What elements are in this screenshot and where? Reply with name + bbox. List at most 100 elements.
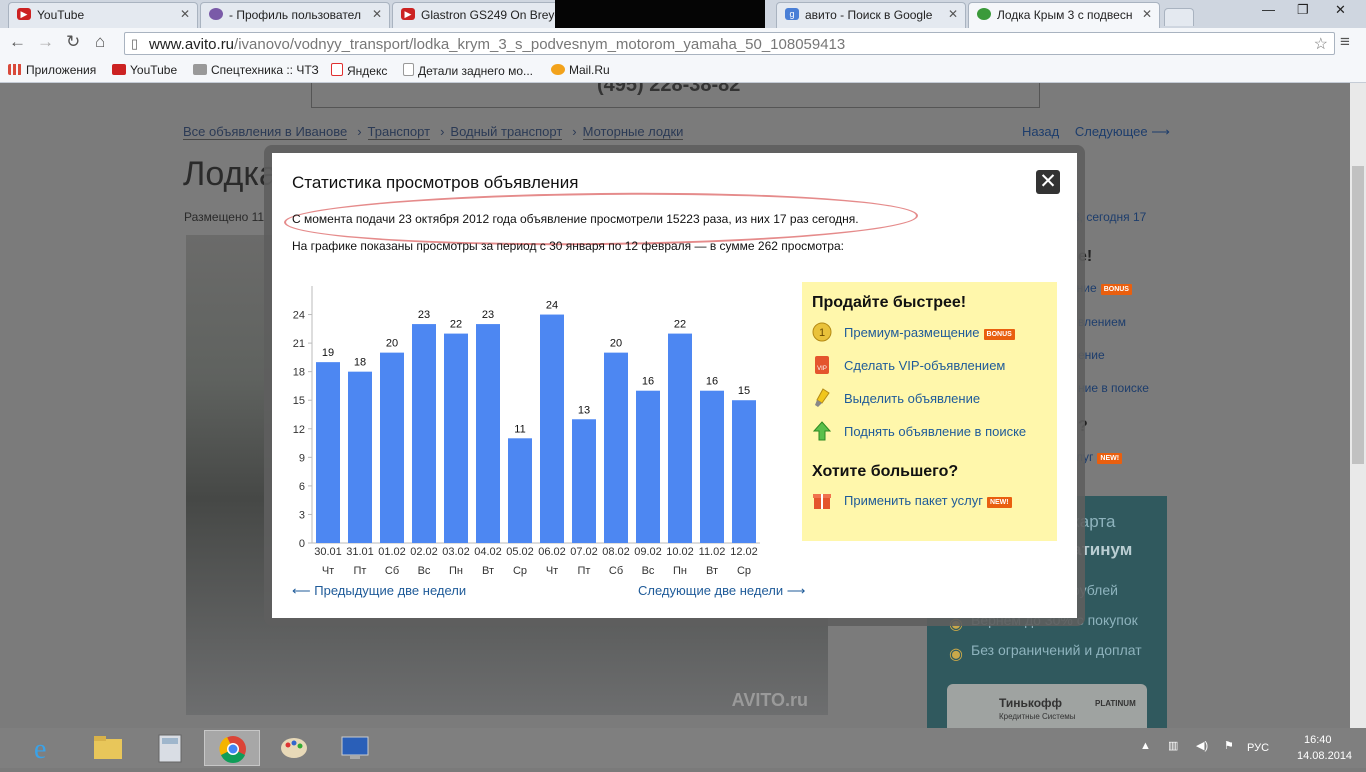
views-bar-chart: 0 3 6 9 12 15 18 21 24 19 30.01 Чт 18 31.01 Пт 20 01.02 С… [293,286,760,577]
system-tray: ▲ ▥ ◀) ⚑ РУС 16:40 14.08.2014 [1140,728,1366,768]
bookmark-label: Mail.Ru [569,63,610,77]
x-tick-label: 08.02 [602,546,630,558]
x-tick-label: 06.02 [538,546,566,558]
calculator-icon[interactable] [142,730,198,766]
file-explorer-icon[interactable] [80,730,136,766]
back-link[interactable]: Назад [1022,124,1059,139]
svg-text:VIP: VIP [817,366,827,372]
y-tick-label: 18 [293,367,305,379]
bar-05.02 [508,438,532,543]
network-icon[interactable]: ▥ [1168,739,1178,752]
close-icon[interactable]: ✕ [1142,7,1152,21]
window-close-icon[interactable]: ✕ [1335,2,1346,18]
close-icon[interactable]: ✕ [372,7,382,21]
weekday-label: Сб [385,565,399,577]
period-views-text: На графике показаны просмотры за период … [292,239,844,253]
next-two-weeks-link[interactable]: Следующие две недели ⟶ [638,583,805,599]
next-link[interactable]: Следующее ⟶ [1075,124,1170,139]
clock-time[interactable]: 16:40 [1304,734,1332,746]
bookmark-label: Яндекс [347,64,388,78]
close-icon[interactable]: ✕ [1036,170,1060,194]
weekday-label: Ср [737,565,751,577]
tab-google-search[interactable]: g авито - Поиск в Google ✕ [776,2,966,28]
bookmark-apps[interactable]: Приложения [8,63,96,77]
close-icon[interactable]: ✕ [180,7,190,21]
tab-youtube[interactable]: ▶ YouTube ✕ [8,2,198,28]
x-tick-label: 11.02 [699,546,726,558]
bar-07.02 [572,419,596,543]
page-icon [403,63,414,76]
page-scrollbar[interactable] [1350,83,1366,728]
bookmark-yandex[interactable]: Яндекс [331,63,387,78]
language-indicator[interactable]: РУС [1247,742,1269,754]
data-label: 15 [738,385,750,397]
new-tab-button[interactable] [1164,8,1194,26]
google-icon: g [785,8,799,20]
bar-01.02 [380,352,404,543]
bar-11.02 [700,390,724,543]
service-link[interactable]: влением [1078,315,1126,329]
windows-taskbar: e ▲ ▥ ◀) ⚑ РУС 16:40 14.08.2014 [0,728,1366,768]
bookmark-mailru[interactable]: Mail.Ru [551,63,610,77]
bookmark-star-icon[interactable]: ☆ [1314,34,1328,54]
close-icon[interactable]: ✕ [948,7,958,21]
service-link[interactable]: ние в поиске [1078,381,1149,395]
paint-icon[interactable] [266,730,322,766]
bookmark-youtube[interactable]: YouTube [112,63,177,77]
x-tick-label: 04.02 [474,546,502,558]
bar-06.02 [540,314,564,543]
volume-icon[interactable]: ◀) [1196,739,1208,752]
tab-glastron[interactable]: ▶ Glastron GS249 On Breyd [392,2,582,28]
x-tick-label: 01.02 [378,546,406,558]
reload-icon[interactable]: ↻ [66,32,80,52]
gift-box-icon [813,494,831,509]
site-icon [193,64,207,75]
weekday-label: Вт [706,565,718,577]
sell-faster-box: Продайте быстрее! 1 Премиум-размещение BO… [802,282,1057,541]
address-bar[interactable]: ▯ www.avito.ru/ivanovo/vodnyy_transport/… [124,32,1335,55]
redacted-area [555,0,765,30]
posted-info: Размещено 11 [184,210,265,224]
breadcrumb-link[interactable]: Моторные лодки [582,124,684,140]
flag-icon[interactable]: ⚑ [1224,739,1234,752]
menu-icon[interactable]: ≡ [1340,32,1350,52]
forward-icon[interactable]: → [37,32,54,52]
clock-date[interactable]: 14.08.2014 [1297,750,1352,762]
tab-avito-boat[interactable]: Лодка Крым 3 с подвесн ✕ [968,2,1160,28]
youtube-icon [112,64,126,75]
remote-desktop-icon[interactable] [328,730,384,766]
bookmark-chtz[interactable]: Спецтехника :: ЧТЗ [193,63,319,77]
chevron-up-icon[interactable]: ▲ [1140,740,1151,752]
data-label: 23 [418,309,430,321]
y-tick-label: 12 [293,424,305,436]
bonus-badge: BONUS [983,329,1015,340]
sell-heading: Продайте быстрее! [812,294,967,311]
breadcrumb-link[interactable]: Транспорт [367,124,431,140]
scrollbar-thumb[interactable] [1352,166,1364,464]
y-tick-label: 0 [299,538,305,550]
tab-profile[interactable]: - Профиль пользовател ✕ [200,2,390,28]
minimize-icon[interactable]: — [1262,2,1275,17]
bonus-badge: BONUS [1100,284,1132,295]
item-label: Применить пакет услуг [844,493,983,508]
item-label: Поднять объявление в поиске [844,424,1027,439]
prev-two-weeks-link[interactable]: ⟵ Предыдущие две недели [292,583,466,599]
data-label: 24 [546,300,558,312]
breadcrumb-link[interactable]: Все объявления в Иванове [183,124,348,140]
tab-label: Glastron GS249 On Breyd [421,8,559,22]
chrome-icon[interactable] [204,730,260,766]
back-icon[interactable]: ← [9,32,26,52]
bookmark-parts[interactable]: Детали заднего мо... [403,63,533,78]
weekday-label: Пт [354,565,367,577]
maximize-icon[interactable]: ❐ [1297,2,1309,18]
data-label: 20 [386,338,398,350]
data-label: 18 [354,357,366,369]
data-label: 16 [642,376,654,388]
ie-icon[interactable]: e [18,730,74,766]
home-icon[interactable]: ⌂ [95,32,105,52]
breadcrumb-link[interactable]: Водный транспорт [450,124,563,140]
y-tick-label: 6 [299,481,305,493]
x-tick-label: 02.02 [410,546,438,558]
bookmark-label: Приложения [26,63,97,77]
highlighter-icon [815,388,830,407]
